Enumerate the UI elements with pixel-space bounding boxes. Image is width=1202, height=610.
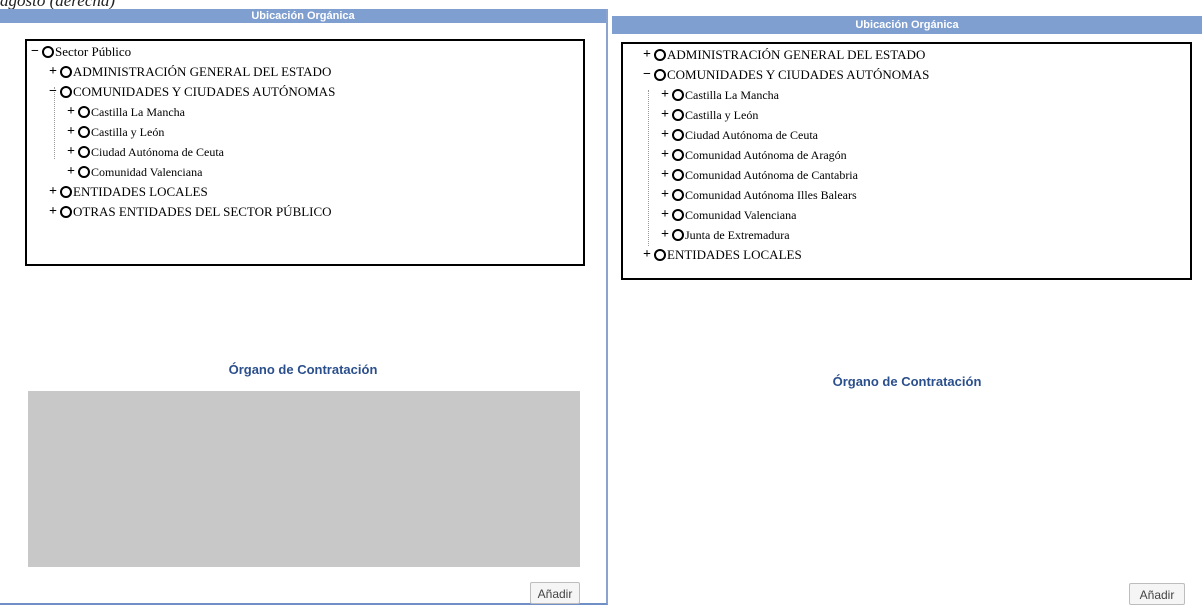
radio-circle-icon[interactable]	[654, 49, 666, 61]
expand-icon[interactable]: +	[659, 208, 671, 222]
expand-icon[interactable]: +	[47, 65, 59, 79]
tree-node-administracion-general[interactable]: + ADMINISTRACIÓN GENERAL DEL ESTADO	[641, 48, 925, 62]
ubicacion-tree: + ADMINISTRACIÓN GENERAL DEL ESTADO − COMU…	[621, 42, 1192, 280]
tree-node-ceuta[interactable]: + Ciudad Autónoma de Ceuta	[659, 128, 818, 143]
expand-icon[interactable]: +	[65, 165, 77, 179]
expand-icon[interactable]: +	[659, 228, 671, 242]
organo-contratacion-title: Órgano de Contratación	[228, 362, 378, 377]
radio-circle-icon[interactable]	[672, 149, 684, 161]
organo-contratacion-title: Órgano de Contratación	[832, 374, 982, 389]
ubicacion-organica-header: Ubicación Orgánica	[612, 16, 1202, 34]
expand-icon[interactable]: +	[659, 188, 671, 202]
radio-circle-icon[interactable]	[672, 109, 684, 121]
radio-circle-icon[interactable]	[672, 89, 684, 101]
tree-node-castilla-la-mancha[interactable]: + Castilla La Mancha	[659, 88, 779, 103]
tree-node-castilla-y-leon[interactable]: + Castilla y León	[65, 125, 164, 140]
radio-circle-icon[interactable]	[672, 229, 684, 241]
ubicacion-organica-header: Ubicación Orgánica	[0, 9, 606, 23]
tree-node-ceuta[interactable]: + Ciudad Autónoma de Ceuta	[65, 145, 224, 160]
expand-icon[interactable]: +	[659, 88, 671, 102]
tree-node-illes-balears[interactable]: + Comunidad Autónoma Illes Balears	[659, 188, 857, 203]
expand-icon[interactable]: +	[65, 105, 77, 119]
radio-circle-icon[interactable]	[78, 166, 90, 178]
tree-node-extremadura[interactable]: + Junta de Extremadura	[659, 228, 790, 243]
radio-circle-icon[interactable]	[78, 106, 90, 118]
ubicacion-tree: − Sector Público + ADMINISTRACIÓN GENERAL …	[25, 39, 585, 266]
radio-circle-icon[interactable]	[60, 186, 72, 198]
add-button[interactable]: Añadir	[1129, 583, 1185, 605]
tree-node-castilla-la-mancha[interactable]: + Castilla La Mancha	[65, 105, 185, 120]
tree-node-otras-entidades[interactable]: + OTRAS ENTIDADES DEL SECTOR PÚBLICO	[47, 205, 332, 219]
add-button[interactable]: Añadir	[530, 582, 580, 604]
expand-icon[interactable]: +	[659, 148, 671, 162]
expand-icon[interactable]: +	[47, 185, 59, 199]
tree-node-cantabria[interactable]: + Comunidad Autónoma de Cantabria	[659, 168, 858, 183]
expand-icon[interactable]: +	[659, 168, 671, 182]
tree-node-entidades-locales[interactable]: + ENTIDADES LOCALES	[641, 248, 802, 262]
expand-icon[interactable]: +	[659, 108, 671, 122]
expand-icon[interactable]: +	[641, 48, 653, 62]
expand-icon[interactable]: +	[641, 248, 653, 262]
radio-circle-icon[interactable]	[672, 209, 684, 221]
radio-circle-icon[interactable]	[42, 46, 54, 58]
left-panel: Ubicación Orgánica − Sector Público + ADMI…	[0, 9, 608, 605]
expand-icon[interactable]: +	[659, 128, 671, 142]
collapse-icon[interactable]: −	[29, 45, 41, 59]
organo-contratacion-box[interactable]	[28, 391, 580, 567]
tree-node-aragon[interactable]: + Comunidad Autónoma de Aragón	[659, 148, 847, 163]
tree-node-comunidades-autonomas[interactable]: − COMUNIDADES Y CIUDADES AUTÓNOMAS	[641, 68, 929, 82]
radio-circle-icon[interactable]	[672, 129, 684, 141]
radio-circle-icon[interactable]	[60, 206, 72, 218]
radio-circle-icon[interactable]	[654, 249, 666, 261]
radio-circle-icon[interactable]	[672, 189, 684, 201]
expand-icon[interactable]: +	[65, 145, 77, 159]
radio-circle-icon[interactable]	[672, 169, 684, 181]
tree-guide-line	[648, 90, 649, 246]
collapse-icon[interactable]: −	[641, 68, 653, 82]
radio-circle-icon[interactable]	[60, 66, 72, 78]
right-panel: Ubicación Orgánica + ADMINISTRACIÓN GENER…	[612, 16, 1202, 610]
tree-node-comunidades-autonomas[interactable]: − COMUNIDADES Y CIUDADES AUTÓNOMAS	[47, 85, 335, 99]
radio-circle-icon[interactable]	[78, 126, 90, 138]
tree-node-castilla-y-leon[interactable]: + Castilla y León	[659, 108, 758, 123]
tree-node-comunidad-valenciana[interactable]: + Comunidad Valenciana	[659, 208, 796, 223]
collapse-icon[interactable]: −	[47, 85, 59, 99]
tree-node-comunidad-valenciana[interactable]: + Comunidad Valenciana	[65, 165, 202, 180]
radio-circle-icon[interactable]	[60, 86, 72, 98]
tree-node-administracion-general[interactable]: + ADMINISTRACIÓN GENERAL DEL ESTADO	[47, 65, 331, 79]
radio-circle-icon[interactable]	[78, 146, 90, 158]
tree-node-sector-publico[interactable]: − Sector Público	[29, 45, 131, 59]
radio-circle-icon[interactable]	[654, 69, 666, 81]
expand-icon[interactable]: +	[47, 205, 59, 219]
expand-icon[interactable]: +	[65, 125, 77, 139]
tree-node-entidades-locales[interactable]: + ENTIDADES LOCALES	[47, 185, 208, 199]
